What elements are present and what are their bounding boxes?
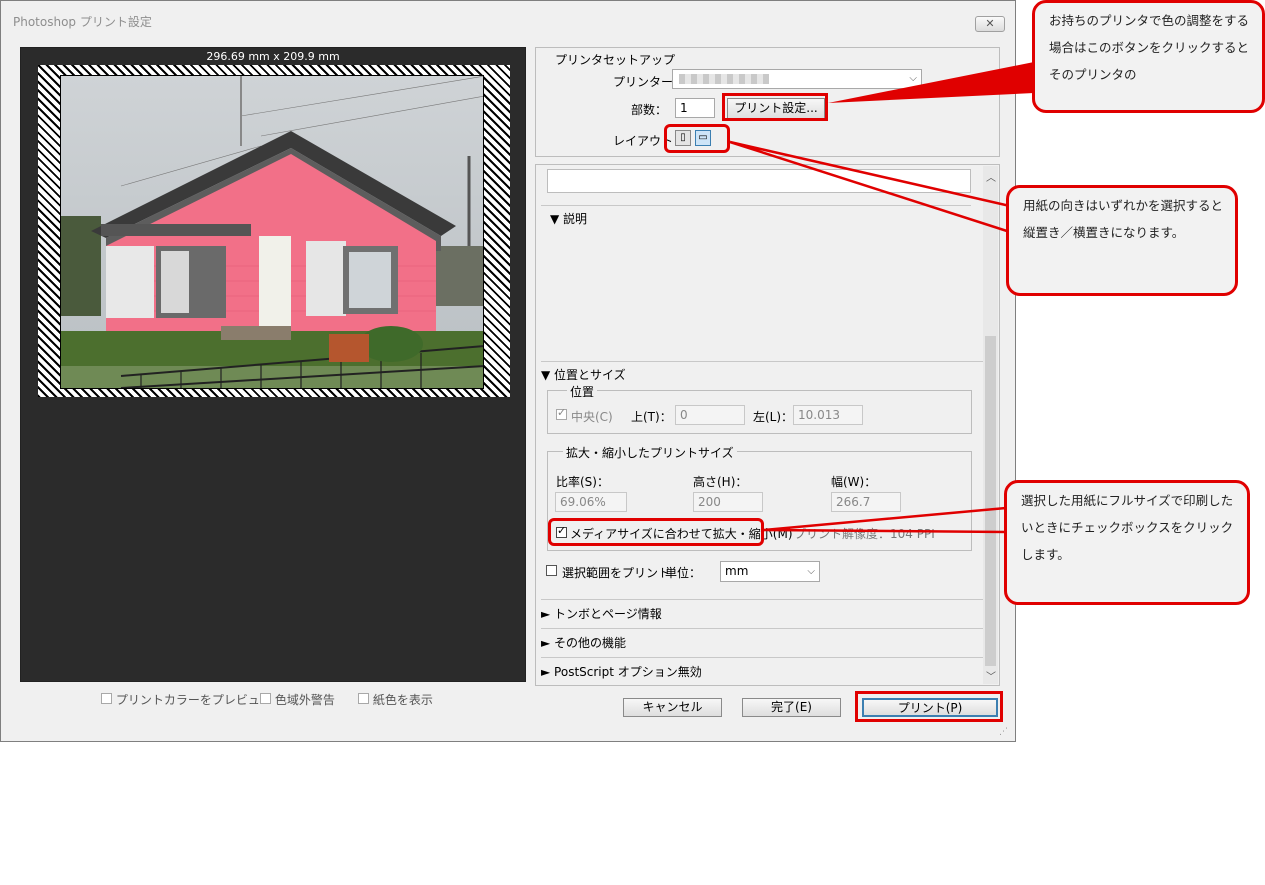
callout-pointer xyxy=(828,62,1034,103)
callout-pointer xyxy=(763,506,1008,534)
orientation-callout: 用紙の向きはいずれかを選択すると縦置き／横置きになります。 xyxy=(1006,185,1238,296)
full-size-callout: 選択した用紙にフルサイズで印刷したいときにチェックボックスをクリックします。 xyxy=(1004,480,1250,605)
callout-pointer xyxy=(729,140,1012,234)
printer-color-callout: お持ちのプリンタで色の調整をする場合はこのボタンをクリックするとそのプリンタの xyxy=(1032,0,1265,113)
callout-connectors xyxy=(729,62,1034,534)
